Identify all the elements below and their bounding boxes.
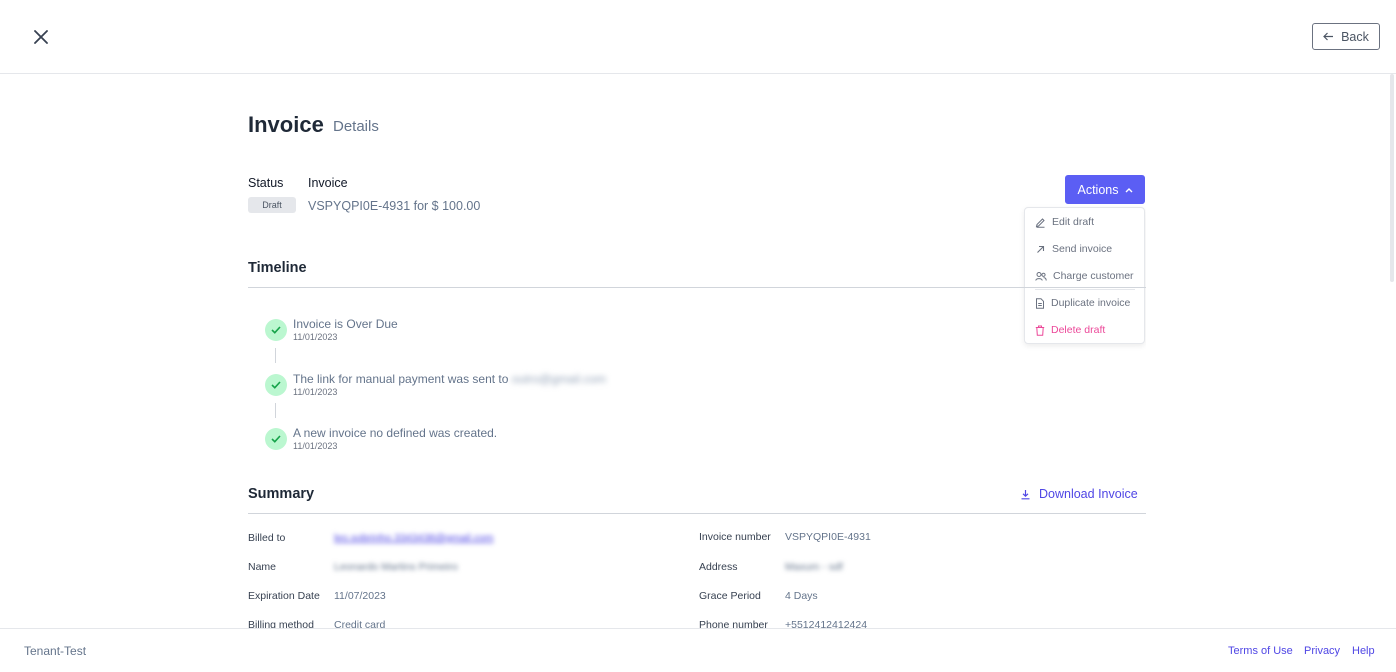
address-value: Maxum - sdf — [785, 561, 843, 573]
actions-button[interactable]: Actions — [1065, 175, 1145, 204]
top-bar: Back — [0, 0, 1396, 74]
menu-item-send-invoice[interactable]: Send invoice — [1025, 238, 1144, 260]
timeline-event-email: outro@gmail.com — [511, 372, 606, 386]
actions-button-label: Actions — [1077, 182, 1119, 197]
close-button[interactable] — [30, 26, 52, 48]
name-label: Name — [248, 561, 277, 573]
footer: Tenant-Test Terms of Use Privacy Help — [0, 628, 1396, 672]
grace-period-value: 4 Days — [785, 590, 818, 602]
page-title: Invoice — [248, 112, 324, 137]
address-label: Address — [699, 561, 738, 573]
close-icon — [34, 30, 48, 44]
document-icon — [1036, 297, 1044, 309]
billing-method-label: Billing method — [248, 619, 314, 628]
page-subtitle: Details — [333, 118, 379, 135]
chevron-up-icon — [1125, 187, 1132, 192]
timeline-event-text: Invoice is Over Due — [293, 317, 398, 331]
timeline-event-date: 11/01/2023 — [293, 441, 338, 451]
menu-item-duplicate-invoice[interactable]: Duplicate invoice — [1025, 292, 1144, 314]
menu-item-label: Duplicate invoice — [1051, 297, 1131, 309]
invoice-details: Invoice Details Status Draft Invoice VSP… — [248, 74, 1146, 628]
menu-item-label: Send invoice — [1052, 243, 1113, 255]
status-label: Status — [248, 176, 284, 190]
menu-item-label: Edit draft — [1052, 216, 1095, 228]
timeline-check-icon — [265, 319, 287, 341]
expiration-date-value: 11/07/2023 — [334, 590, 386, 602]
timeline-event-message: The link for manual payment was sent to — [293, 372, 509, 386]
invoice-number-value: VSPYQPI0E-4931 — [785, 531, 871, 543]
timeline-event-date: 11/01/2023 — [293, 387, 338, 397]
back-button-label: Back — [1341, 29, 1369, 44]
trash-icon — [1035, 325, 1045, 336]
timeline-event-text: The link for manual payment was sent to … — [293, 372, 606, 386]
invoice-summary: VSPYQPI0E-4931 for $ 100.00 — [308, 199, 481, 213]
phone-number-label: Phone number — [699, 619, 768, 628]
page-scrollbar[interactable] — [1390, 74, 1394, 282]
pencil-icon — [1035, 217, 1045, 228]
menu-item-charge-customer[interactable]: Charge customer — [1025, 265, 1144, 287]
billing-method-value: Credit card — [334, 619, 386, 628]
timeline-check-icon — [265, 428, 287, 450]
privacy-link[interactable]: Privacy — [1304, 645, 1340, 657]
phone-number-value: +5512412412424 — [785, 619, 868, 628]
menu-item-edit-draft[interactable]: Edit draft — [1025, 211, 1144, 233]
timeline-divider — [248, 287, 1146, 288]
menu-divider — [1035, 289, 1135, 290]
arrow-up-right-icon — [1037, 245, 1045, 253]
timeline-title: Timeline — [248, 260, 307, 276]
download-invoice-label: Download Invoice — [1039, 487, 1138, 501]
expiration-date-label: Expiration Date — [248, 590, 320, 602]
grace-period-label: Grace Period — [699, 590, 761, 602]
timeline-check-icon — [265, 374, 287, 396]
tenant-name: Tenant-Test — [24, 644, 87, 658]
users-icon — [1035, 271, 1047, 281]
actions-menu: Edit draft Send invoice Charge customer … — [1024, 207, 1145, 344]
billed-to-email-link[interactable]: leo.sobrinho.3343438@gmail.com — [334, 532, 494, 544]
timeline-connector — [275, 348, 276, 363]
menu-item-delete-draft[interactable]: Delete draft — [1025, 319, 1144, 341]
invoice-number-label: Invoice number — [699, 531, 771, 543]
billed-to-label: Billed to — [248, 532, 286, 544]
invoice-label: Invoice — [308, 176, 348, 190]
timeline-event-text: A new invoice no defined was created. — [293, 426, 498, 440]
arrow-left-icon — [1323, 32, 1334, 41]
summary-divider — [248, 513, 1146, 514]
help-link[interactable]: Help — [1352, 645, 1375, 657]
timeline-event-date: 11/01/2023 — [293, 332, 338, 342]
name-value: Leonardo Martins Primeiro — [334, 561, 458, 573]
terms-of-use-link[interactable]: Terms of Use — [1228, 645, 1293, 657]
download-invoice-link[interactable]: Download Invoice — [1020, 487, 1138, 501]
menu-item-label: Charge customer — [1053, 270, 1134, 282]
status-badge: Draft — [248, 197, 296, 213]
timeline-connector — [275, 403, 276, 418]
back-button[interactable]: Back — [1312, 23, 1380, 50]
menu-item-label: Delete draft — [1051, 324, 1106, 336]
summary-title: Summary — [248, 486, 315, 502]
download-icon — [1021, 489, 1030, 499]
